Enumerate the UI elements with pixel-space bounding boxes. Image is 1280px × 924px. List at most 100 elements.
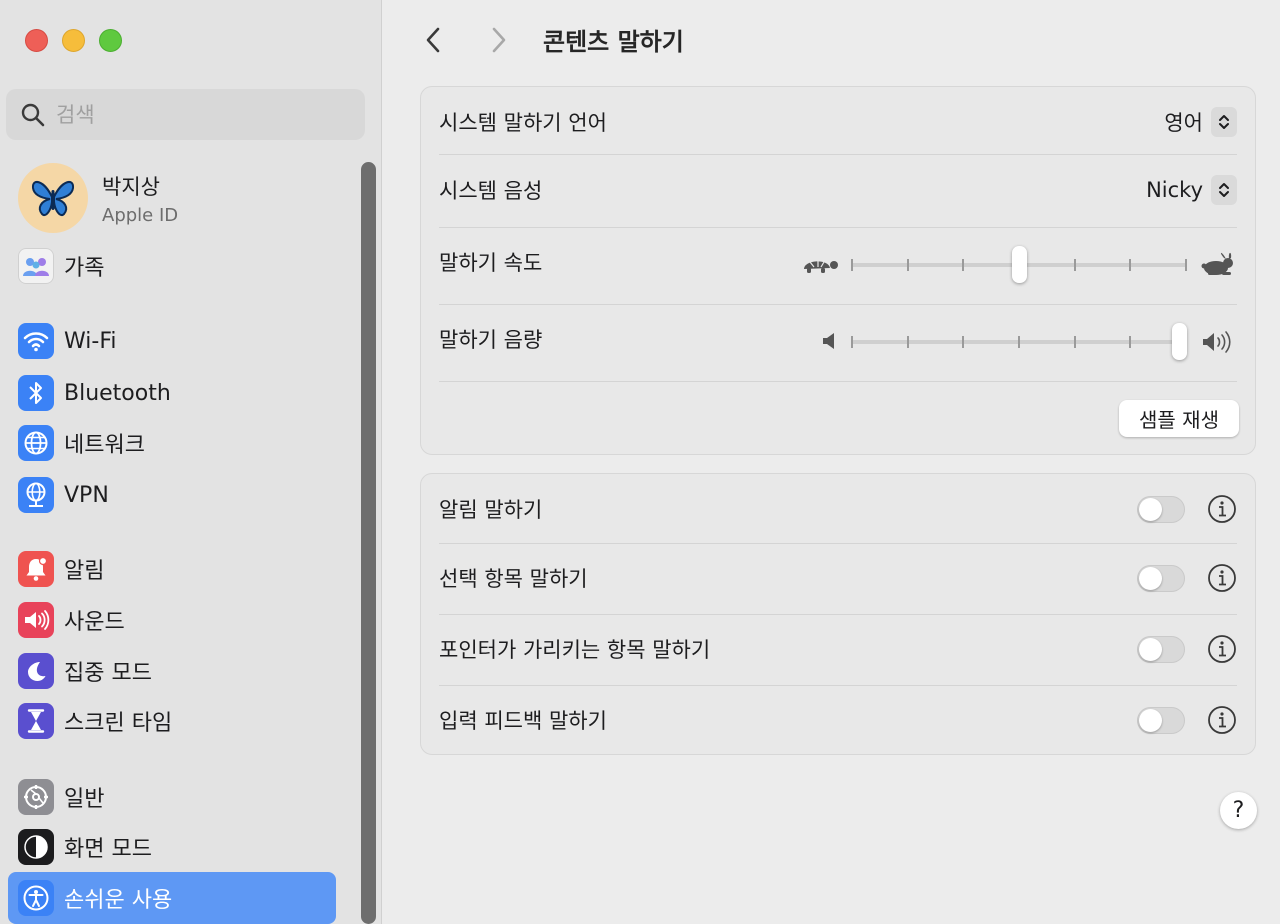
- updown-chevron-icon: [1211, 175, 1237, 205]
- info-icon[interactable]: [1207, 634, 1237, 664]
- sidebar-scroll-thumb[interactable]: [361, 162, 376, 924]
- sidebar-item-notifications[interactable]: 알림: [8, 546, 336, 592]
- slider-knob[interactable]: [1172, 323, 1187, 360]
- sidebar-item-bluetooth[interactable]: Bluetooth: [8, 370, 336, 416]
- turtle-icon: [804, 260, 838, 273]
- slider-knob[interactable]: [1011, 246, 1027, 283]
- sidebar: 박지상 Apple ID 가족 Wi-Fi Bluetooth 네트워크 VPN: [0, 0, 382, 924]
- typing-feedback-toggle[interactable]: [1137, 706, 1185, 734]
- slider-tick: [1073, 259, 1076, 271]
- slider-tick: [962, 336, 965, 348]
- divider: [439, 381, 1237, 382]
- speak-pointer-label: 포인터가 가리키는 항목 말하기: [439, 638, 711, 662]
- sidebar-item-label: 손쉬운 사용: [64, 888, 173, 913]
- slider-tick: [1018, 336, 1020, 348]
- slider-tick: [1129, 336, 1132, 348]
- window-controls: [25, 29, 122, 52]
- hourglass-icon: [18, 703, 54, 739]
- info-icon[interactable]: [1207, 563, 1237, 593]
- speech-volume-slider[interactable]: [851, 322, 1187, 362]
- divider: [439, 685, 1237, 686]
- sidebar-item-label: 화면 모드: [64, 837, 152, 862]
- sidebar-item-appearance[interactable]: 화면 모드: [8, 824, 336, 870]
- speak-announcements-row: 알림 말하기: [439, 486, 1237, 532]
- sidebar-item-general[interactable]: 일반: [8, 774, 336, 820]
- chevron-left-icon: [426, 27, 440, 53]
- close-window-button[interactable]: [25, 29, 48, 52]
- sidebar-item-label: 가족: [64, 256, 105, 281]
- speak-announcements-toggle[interactable]: [1137, 495, 1185, 523]
- forward-button[interactable]: [481, 22, 517, 58]
- speak-selection-toggle[interactable]: [1137, 564, 1185, 592]
- system-voice-label: 시스템 음성: [439, 179, 543, 203]
- speak-pointer-toggle[interactable]: [1137, 635, 1185, 663]
- accessibility-icon: [18, 880, 54, 916]
- profile-name: 박지상: [102, 174, 160, 199]
- sidebar-item-accessibility[interactable]: 손쉬운 사용: [8, 872, 336, 924]
- divider: [439, 154, 1237, 155]
- play-sample-button[interactable]: 샘플 재생: [1119, 400, 1239, 437]
- speaker-icon: [18, 602, 54, 638]
- system-language-label: 시스템 말하기 언어: [439, 111, 607, 135]
- slider-tick: [1185, 259, 1187, 271]
- sidebar-item-label: VPN: [64, 482, 109, 508]
- slider-tick: [906, 259, 909, 271]
- system-language-value: 영어: [1164, 111, 1203, 135]
- sidebar-item-label: 사운드: [64, 610, 125, 635]
- volume-high-icon: [1203, 331, 1231, 353]
- speak-announcements-label: 알림 말하기: [439, 498, 543, 522]
- sidebar-item-label: Wi-Fi: [64, 328, 117, 354]
- globe-icon: [18, 425, 54, 461]
- typing-feedback-label: 입력 피드백 말하기: [439, 709, 607, 733]
- system-voice-value: Nicky: [1146, 178, 1203, 202]
- system-language-popup[interactable]: 영어: [1164, 107, 1237, 137]
- sidebar-item-vpn[interactable]: VPN: [8, 472, 336, 518]
- speech-rate-slider[interactable]: [851, 245, 1187, 285]
- speak-pointer-row: 포인터가 가리키는 항목 말하기: [439, 626, 1237, 672]
- sidebar-item-label: 스크린 타임: [64, 711, 173, 736]
- minimize-window-button[interactable]: [62, 29, 85, 52]
- bell-icon: [18, 551, 54, 587]
- sidebar-item-sound[interactable]: 사운드: [8, 597, 336, 643]
- speech-volume-label: 말하기 음량: [439, 328, 543, 352]
- back-button[interactable]: [415, 22, 451, 58]
- profile-subtitle: Apple ID: [102, 204, 179, 226]
- avatar: [18, 163, 88, 233]
- sidebar-item-label: 집중 모드: [64, 661, 152, 686]
- sidebar-item-focus[interactable]: 집중 모드: [8, 648, 336, 694]
- page-title: 콘텐츠 말하기: [543, 28, 684, 56]
- speech-rate-label: 말하기 속도: [439, 251, 543, 275]
- search-field[interactable]: [6, 89, 365, 140]
- slider-tick: [1129, 259, 1132, 271]
- zoom-window-button[interactable]: [99, 29, 122, 52]
- rabbit-icon: [1201, 252, 1233, 275]
- sidebar-item-label: 알림: [64, 559, 105, 584]
- speak-selection-row: 선택 항목 말하기: [439, 555, 1237, 601]
- help-button[interactable]: ?: [1220, 792, 1257, 829]
- typing-feedback-row: 입력 피드백 말하기: [439, 697, 1237, 743]
- butterfly-icon: [31, 180, 75, 216]
- sidebar-item-wifi[interactable]: Wi-Fi: [8, 318, 336, 364]
- sidebar-item-family[interactable]: 가족: [8, 243, 336, 289]
- slider-tick: [1073, 336, 1076, 348]
- speech-settings-panel: 시스템 말하기 언어 영어 시스템 음성 Nicky 말하기 속도 말하기 음량…: [420, 86, 1256, 455]
- bluetooth-icon: [18, 375, 54, 411]
- divider: [439, 543, 1237, 544]
- info-icon[interactable]: [1207, 705, 1237, 735]
- speak-selection-label: 선택 항목 말하기: [439, 567, 588, 591]
- main-content: 콘텐츠 말하기 시스템 말하기 언어 영어 시스템 음성 Nicky 말하기 속…: [383, 0, 1280, 924]
- wifi-icon: [18, 323, 54, 359]
- sidebar-item-label: 일반: [64, 787, 105, 812]
- system-language-row: 시스템 말하기 언어 영어: [439, 99, 1237, 145]
- system-voice-popup[interactable]: Nicky: [1146, 175, 1237, 205]
- slider-tick: [962, 259, 965, 271]
- sidebar-item-screen-time[interactable]: 스크린 타임: [8, 698, 336, 744]
- sidebar-item-network[interactable]: 네트워크: [8, 420, 336, 466]
- appearance-icon: [18, 829, 54, 865]
- sidebar-scrollbar[interactable]: [361, 162, 376, 924]
- search-input[interactable]: [56, 102, 346, 127]
- system-voice-row: 시스템 음성 Nicky: [439, 167, 1237, 213]
- info-icon[interactable]: [1207, 494, 1237, 524]
- speak-options-panel: 알림 말하기 선택 항목 말하기 포인터가 가리키는 항목 말하기 입력 피드백…: [420, 473, 1256, 755]
- apple-id-profile[interactable]: 박지상 Apple ID: [18, 163, 178, 233]
